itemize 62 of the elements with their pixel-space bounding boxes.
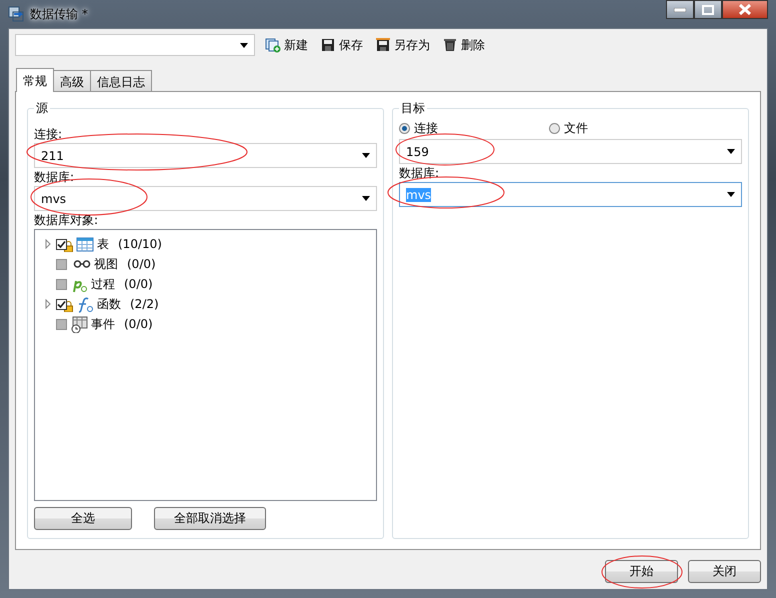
expand-arrow-icon[interactable] [43, 239, 53, 249]
connection-dropdown[interactable]: 159 [399, 139, 742, 164]
checkbox[interactable] [56, 238, 67, 250]
expand-arrow-icon[interactable] [43, 299, 53, 309]
tab[interactable]: 高级 [53, 70, 91, 91]
object-tree[interactable]: 表 (10/10) 视图 (0/0) 过程 (0/0) 函数 (2/2) 事件 (0/0) [34, 229, 377, 501]
maximize-button[interactable] [694, 0, 722, 19]
tab[interactable]: 常规 [16, 68, 54, 92]
maximize-icon [702, 4, 714, 14]
app-icon [8, 6, 24, 22]
calendar-clock-icon [70, 316, 88, 332]
toolbar-button[interactable]: 删除 [440, 36, 487, 54]
database-dropdown[interactable]: mvs [34, 186, 377, 211]
object-name: 过程 [91, 276, 115, 292]
lock-icon [64, 300, 73, 312]
field-label: 连接: [34, 127, 64, 141]
new-file-icon [265, 37, 281, 53]
minimize-button[interactable] [666, 0, 694, 19]
close-button[interactable] [722, 0, 768, 19]
glasses-icon [73, 260, 91, 268]
object-count: (0/0) [127, 257, 156, 271]
field-label: 数据库对象: [34, 213, 100, 227]
object-name: 函数 [97, 296, 121, 312]
select-all-button[interactable]: 全选 [34, 507, 132, 530]
dropdown-arrow-icon[interactable] [727, 192, 735, 197]
dialog-button[interactable]: 关闭 [688, 560, 761, 583]
connection-dropdown[interactable]: 211 [34, 143, 377, 168]
f-symbol-icon [76, 296, 94, 312]
checkbox[interactable] [56, 318, 67, 330]
dialog-button[interactable]: 开始 [605, 560, 678, 583]
checkbox[interactable] [56, 298, 67, 310]
object-count: (0/0) [124, 317, 153, 331]
tab[interactable]: 信息日志 [90, 70, 152, 91]
group-title: 目标 [400, 100, 426, 117]
radio-button[interactable] [399, 123, 410, 134]
radio-button[interactable] [549, 123, 560, 134]
checkbox[interactable] [56, 278, 67, 290]
trash-icon [442, 37, 458, 53]
group-title: 源 [35, 100, 49, 117]
dropdown-arrow-icon[interactable] [727, 149, 735, 154]
checkbox[interactable] [56, 258, 67, 270]
toolbar-button[interactable]: 保存 [318, 36, 365, 54]
field-label: 数据库: [399, 166, 440, 180]
object-count: (10/10) [118, 237, 162, 251]
minimize-icon [674, 8, 686, 12]
lock-icon [64, 240, 73, 252]
object-name: 视图 [94, 256, 118, 272]
table-icon [76, 236, 94, 252]
dropdown-arrow-icon[interactable] [362, 153, 370, 158]
window-title: 数据传输 * [30, 6, 88, 22]
dropdown-arrow-icon[interactable] [362, 196, 370, 201]
object-name: 表 [97, 236, 109, 252]
object-count: (0/0) [124, 277, 153, 291]
object-count: (2/2) [130, 297, 159, 311]
radio-option[interactable]: 文件 [549, 120, 699, 137]
dropdown-arrow-icon[interactable] [240, 42, 248, 48]
close-icon [738, 4, 752, 15]
toolbar-button[interactable]: 新建 [263, 36, 310, 54]
radio-option[interactable]: 连接 [399, 120, 549, 137]
object-name: 事件 [91, 316, 115, 332]
toolbar-button[interactable]: 另存为 [373, 36, 432, 54]
deselect-all-button[interactable]: 全部取消选择 [154, 507, 266, 530]
